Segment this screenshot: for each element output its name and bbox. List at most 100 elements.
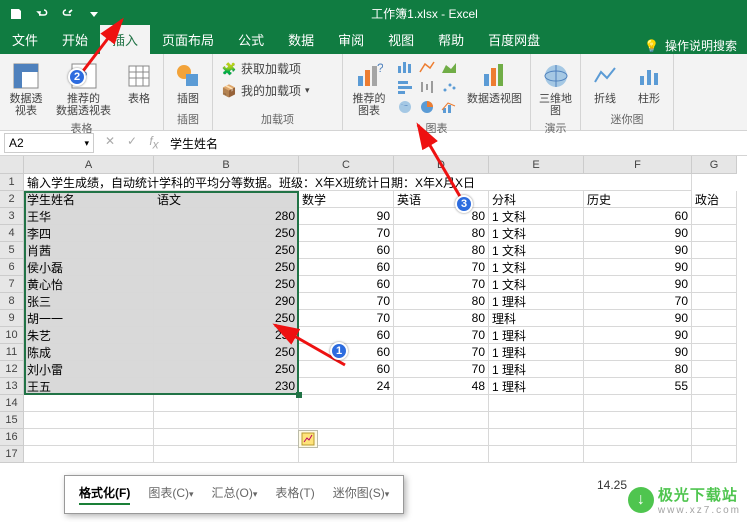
cell[interactable] xyxy=(692,395,737,412)
cell[interactable]: 90 xyxy=(584,259,692,276)
cell[interactable]: 250 xyxy=(154,327,299,344)
cell[interactable]: 英语 xyxy=(394,191,489,208)
cell[interactable] xyxy=(692,242,737,259)
cell[interactable] xyxy=(489,395,584,412)
cell[interactable]: 1 文科 xyxy=(489,225,584,242)
tab-baidu[interactable]: 百度网盘 xyxy=(476,25,552,54)
cell[interactable]: 60 xyxy=(584,208,692,225)
cell[interactable]: 90 xyxy=(584,242,692,259)
quick-analysis-button[interactable] xyxy=(298,430,318,448)
undo-icon[interactable] xyxy=(30,2,54,26)
tab-layout[interactable]: 页面布局 xyxy=(150,25,226,54)
cell[interactable]: 250 xyxy=(154,276,299,293)
cell[interactable] xyxy=(154,446,299,463)
cell[interactable]: 90 xyxy=(299,208,394,225)
row-header-7[interactable]: 7 xyxy=(0,276,24,293)
cell[interactable]: 60 xyxy=(299,327,394,344)
cell[interactable] xyxy=(394,412,489,429)
cell[interactable]: 230 xyxy=(154,378,299,395)
cell[interactable]: 70 xyxy=(394,361,489,378)
cell[interactable] xyxy=(584,395,692,412)
cell[interactable]: 280 xyxy=(154,208,299,225)
cell[interactable] xyxy=(692,225,737,242)
cell[interactable] xyxy=(394,395,489,412)
cell[interactable]: 60 xyxy=(299,344,394,361)
gallery-tab-table[interactable]: 表格(T) xyxy=(275,484,314,505)
row-header-6[interactable]: 6 xyxy=(0,259,24,276)
cell[interactable]: 90 xyxy=(584,344,692,361)
row-header-10[interactable]: 10 xyxy=(0,327,24,344)
cell[interactable] xyxy=(24,446,154,463)
pie-chart-icon[interactable] xyxy=(417,98,437,116)
recommended-pivot-button[interactable]: ? 推荐的 数据透视表 xyxy=(52,58,115,119)
recommended-charts-button[interactable]: ? 推荐的 图表 xyxy=(347,58,391,119)
tab-formula[interactable]: 公式 xyxy=(226,25,276,54)
cell[interactable]: 数学 xyxy=(299,191,394,208)
cell[interactable]: 1 理科 xyxy=(489,327,584,344)
pivot-chart-button[interactable]: 数据透视图 xyxy=(463,58,526,107)
gallery-tab-format[interactable]: 格式化(F) xyxy=(79,484,130,505)
cell[interactable]: 90 xyxy=(584,276,692,293)
3d-map-button[interactable]: 三维地 图 xyxy=(535,58,576,119)
cell[interactable] xyxy=(489,412,584,429)
cell[interactable] xyxy=(692,208,737,225)
cell[interactable] xyxy=(692,446,737,463)
line-chart-icon[interactable] xyxy=(417,58,437,76)
qat-dropdown-icon[interactable] xyxy=(82,2,106,26)
get-addins-button[interactable]: 🧩获取加载项 xyxy=(217,58,314,79)
cell[interactable]: 80 xyxy=(394,310,489,327)
cell[interactable] xyxy=(394,446,489,463)
cell[interactable]: 80 xyxy=(394,208,489,225)
cell[interactable]: 张三 xyxy=(24,293,154,310)
cell[interactable]: 李四 xyxy=(24,225,154,242)
row-header-1[interactable]: 1 xyxy=(0,174,24,191)
cell[interactable]: 55 xyxy=(584,378,692,395)
cell[interactable]: 黄心怡 xyxy=(24,276,154,293)
cell[interactable] xyxy=(24,429,154,446)
cell[interactable]: 朱艺 xyxy=(24,327,154,344)
cell[interactable] xyxy=(489,446,584,463)
col-header-G[interactable]: G xyxy=(692,156,737,174)
cell[interactable] xyxy=(692,293,737,310)
tell-me-search[interactable]: 💡 操作说明搜索 xyxy=(634,37,747,54)
cell[interactable]: 1 理科 xyxy=(489,293,584,310)
row-header-15[interactable]: 15 xyxy=(0,412,24,429)
cell[interactable]: 60 xyxy=(299,242,394,259)
cell[interactable]: 80 xyxy=(394,225,489,242)
cell[interactable] xyxy=(299,395,394,412)
cell[interactable]: 70 xyxy=(394,344,489,361)
cell[interactable] xyxy=(584,412,692,429)
row-header-8[interactable]: 8 xyxy=(0,293,24,310)
cancel-formula-icon[interactable]: ✕ xyxy=(100,134,120,151)
cell[interactable]: 80 xyxy=(584,361,692,378)
cell[interactable]: 70 xyxy=(299,293,394,310)
cell[interactable]: 王五 xyxy=(24,378,154,395)
gallery-tab-chart[interactable]: 图表(C)▾ xyxy=(148,484,193,505)
cell[interactable]: 250 xyxy=(154,242,299,259)
tab-view[interactable]: 视图 xyxy=(376,25,426,54)
tab-home[interactable]: 开始 xyxy=(50,25,100,54)
col-header-A[interactable]: A xyxy=(24,156,154,174)
cell[interactable] xyxy=(489,429,584,446)
gallery-tab-summary[interactable]: 汇总(O)▾ xyxy=(212,484,258,505)
cell[interactable]: 250 xyxy=(154,344,299,361)
row-header-13[interactable]: 13 xyxy=(0,378,24,395)
formula-input[interactable] xyxy=(164,133,747,153)
cell[interactable] xyxy=(692,310,737,327)
cell[interactable]: 学生姓名 xyxy=(24,191,154,208)
cell[interactable]: 肖茜 xyxy=(24,242,154,259)
tab-file[interactable]: 文件 xyxy=(0,25,50,54)
cell[interactable] xyxy=(154,412,299,429)
cell[interactable]: 70 xyxy=(299,310,394,327)
name-box[interactable]: A2▾ xyxy=(4,133,94,153)
combo-chart-icon[interactable] xyxy=(439,98,459,116)
col-header-E[interactable]: E xyxy=(489,156,584,174)
row-header-5[interactable]: 5 xyxy=(0,242,24,259)
row-header-12[interactable]: 12 xyxy=(0,361,24,378)
cell[interactable]: 理科 xyxy=(489,310,584,327)
cell[interactable] xyxy=(692,259,737,276)
cell[interactable]: 1 理科 xyxy=(489,344,584,361)
cell[interactable]: 70 xyxy=(394,327,489,344)
cell[interactable]: 80 xyxy=(394,242,489,259)
cell[interactable]: 胡一一 xyxy=(24,310,154,327)
